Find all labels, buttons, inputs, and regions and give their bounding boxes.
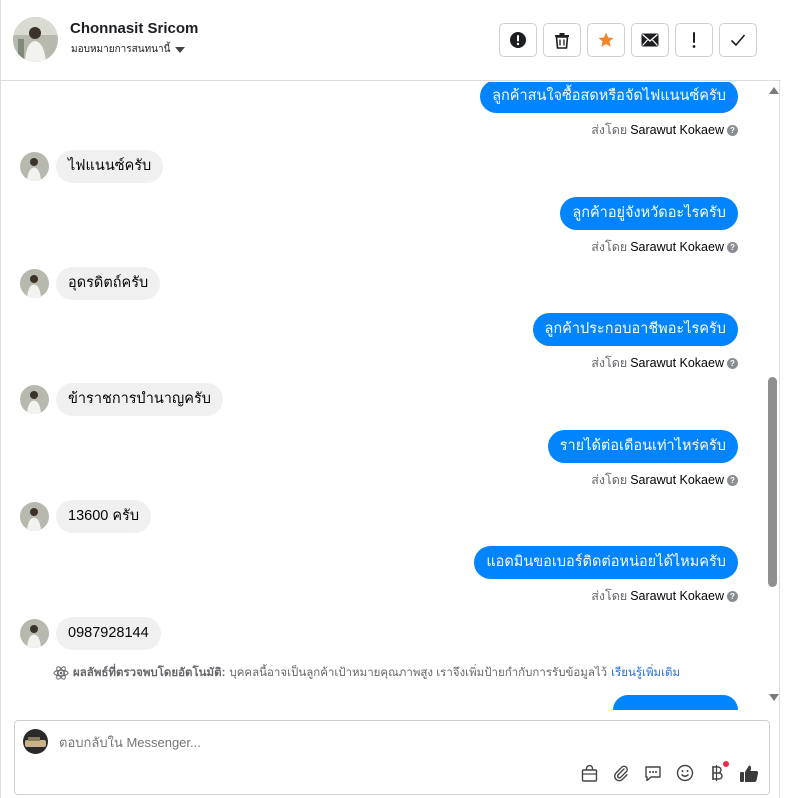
conversation-panel: Chonnasit Sricom มอบหมายการสนทนานี้ ลูกค… bbox=[0, 0, 781, 798]
message-bubble[interactable]: อุดรดิตถ์ครับ bbox=[56, 267, 161, 300]
sent-by-label: ส่งโดย Sarawut Kokaew ? bbox=[591, 586, 738, 606]
contact-avatar[interactable] bbox=[13, 17, 58, 62]
scrollbar-thumb[interactable] bbox=[768, 377, 777, 587]
notification-dot bbox=[723, 761, 729, 767]
message-incoming: อุดรดิตถ์ครับ bbox=[20, 267, 161, 300]
contact-avatar-small[interactable] bbox=[20, 269, 49, 298]
thumbs-up-icon[interactable] bbox=[739, 763, 759, 783]
contact-avatar-small[interactable] bbox=[20, 152, 49, 181]
assign-conversation-dropdown[interactable]: มอบหมายการสนทนานี้ bbox=[71, 42, 186, 57]
help-icon[interactable]: ? bbox=[727, 357, 738, 369]
saved-reply-icon[interactable] bbox=[643, 763, 663, 783]
note-text: บุคคลนี้อาจเป็นลูกค้าเป้าหมายคุณภาพสูง เ… bbox=[229, 667, 608, 679]
composer-actions bbox=[579, 761, 759, 783]
help-icon[interactable]: ? bbox=[727, 474, 738, 486]
atom-icon bbox=[53, 666, 69, 680]
message-incoming: ข้าราชการบำนาญครับ bbox=[20, 383, 223, 416]
trash-icon bbox=[555, 32, 569, 49]
sender-name: Sarawut Kokaew bbox=[630, 589, 724, 603]
sent-by-prefix: ส่งโดย bbox=[591, 356, 628, 370]
sent-by-prefix: ส่งโดย bbox=[591, 123, 628, 137]
message-outgoing: แอดมินขอเบอร์ติดต่อหน่อยได้ไหมครับ bbox=[474, 546, 738, 579]
help-icon[interactable]: ? bbox=[727, 124, 738, 136]
reply-input[interactable] bbox=[59, 735, 659, 750]
message-bubble-partial[interactable] bbox=[613, 695, 738, 710]
conversation-toolbar bbox=[499, 23, 757, 57]
message-bubble[interactable]: ลูกค้าประกอบอาชีพอะไรครับ bbox=[532, 313, 738, 346]
message-bubble[interactable]: 13600 ครับ bbox=[56, 500, 152, 533]
star-icon bbox=[598, 32, 614, 47]
sent-by-label: ส่งโดย Sarawut Kokaew ? bbox=[591, 237, 738, 257]
message-bubble[interactable]: ข้าราชการบำนาญครับ bbox=[56, 383, 223, 416]
scroll-down-arrow-icon[interactable] bbox=[769, 694, 779, 701]
check-icon bbox=[730, 34, 746, 47]
mark-done-button[interactable] bbox=[719, 23, 757, 57]
message-bubble[interactable]: 0987928144 bbox=[56, 617, 161, 650]
scroll-up-arrow-icon[interactable] bbox=[769, 87, 779, 94]
assign-label: มอบหมายการสนทนานี้ bbox=[71, 44, 171, 55]
baht-payment-icon[interactable] bbox=[707, 761, 729, 783]
delete-button[interactable] bbox=[543, 23, 581, 57]
message-bubble[interactable]: ลูกค้าอยู่จังหวัดอะไรครับ bbox=[560, 197, 738, 230]
message-list[interactable]: ลูกค้าสนใจซื้อสดหรือจัดไฟแนนซ์ครับ ส่งโด… bbox=[1, 82, 766, 710]
sent-by-label: ส่งโดย Sarawut Kokaew ? bbox=[591, 470, 738, 490]
message-outgoing: รายได้ต่อเดือนเท่าไหร่ครับ bbox=[547, 430, 738, 463]
auto-detected-note: ผลลัพธ์ที่ตรวจพบโดยอัตโนมัติ: บุคคลนี้อา… bbox=[53, 664, 680, 682]
alert-circle-icon bbox=[510, 32, 526, 48]
mark-unread-button[interactable] bbox=[631, 23, 669, 57]
sender-name: Sarawut Kokaew bbox=[630, 473, 724, 487]
page-avatar bbox=[23, 729, 48, 754]
learn-more-link[interactable]: เรียนรู้เพิ่มเติม bbox=[611, 664, 680, 682]
paperclip-icon[interactable] bbox=[611, 763, 631, 783]
mail-icon bbox=[641, 33, 659, 47]
sent-by-prefix: ส่งโดย bbox=[591, 589, 628, 603]
message-outgoing: ลูกค้าสนใจซื้อสดหรือจัดไฟแนนซ์ครับ bbox=[480, 82, 738, 113]
star-button[interactable] bbox=[587, 23, 625, 57]
sent-by-label: ส่งโดย Sarawut Kokaew ? bbox=[591, 353, 738, 373]
sent-by-prefix: ส่งโดย bbox=[591, 240, 628, 254]
message-outgoing: ลูกค้าประกอบอาชีพอะไรครับ bbox=[532, 313, 738, 346]
sent-by-prefix: ส่งโดย bbox=[591, 473, 628, 487]
message-incoming: 13600 ครับ bbox=[20, 500, 152, 533]
message-bubble[interactable]: แอดมินขอเบอร์ติดต่อหน่อยได้ไหมครับ bbox=[474, 546, 738, 579]
exclamation-icon bbox=[692, 32, 696, 48]
contact-avatar-small[interactable] bbox=[20, 385, 49, 414]
sender-name: Sarawut Kokaew bbox=[630, 240, 724, 254]
reply-composer bbox=[14, 720, 770, 795]
message-incoming: 0987928144 bbox=[20, 617, 161, 650]
contact-avatar-small[interactable] bbox=[20, 502, 49, 531]
message-bubble[interactable]: ลูกค้าสนใจซื้อสดหรือจัดไฟแนนซ์ครับ bbox=[480, 82, 738, 113]
mark-spam-button[interactable] bbox=[499, 23, 537, 57]
emoji-icon[interactable] bbox=[675, 763, 695, 783]
follow-up-button[interactable] bbox=[675, 23, 713, 57]
note-title: ผลลัพธ์ที่ตรวจพบโดยอัตโนมัติ: bbox=[73, 667, 226, 679]
scrollbar[interactable] bbox=[766, 82, 780, 710]
contact-avatar-small[interactable] bbox=[20, 619, 49, 648]
bag-icon[interactable] bbox=[579, 763, 599, 783]
sender-name: Sarawut Kokaew bbox=[630, 123, 724, 137]
caret-down-icon bbox=[175, 46, 186, 53]
help-icon[interactable]: ? bbox=[727, 590, 738, 602]
help-icon[interactable]: ? bbox=[727, 241, 738, 253]
message-outgoing: ลูกค้าอยู่จังหวัดอะไรครับ bbox=[560, 197, 738, 230]
conversation-header: Chonnasit Sricom มอบหมายการสนทนานี้ bbox=[1, 0, 781, 81]
message-bubble[interactable]: ไฟแนนซ์ครับ bbox=[56, 150, 164, 183]
sender-name: Sarawut Kokaew bbox=[630, 356, 724, 370]
sent-by-label: ส่งโดย Sarawut Kokaew ? bbox=[591, 120, 738, 140]
message-bubble[interactable]: รายได้ต่อเดือนเท่าไหร่ครับ bbox=[547, 430, 738, 463]
contact-name[interactable]: Chonnasit Sricom bbox=[70, 20, 198, 37]
message-incoming: ไฟแนนซ์ครับ bbox=[20, 150, 164, 183]
